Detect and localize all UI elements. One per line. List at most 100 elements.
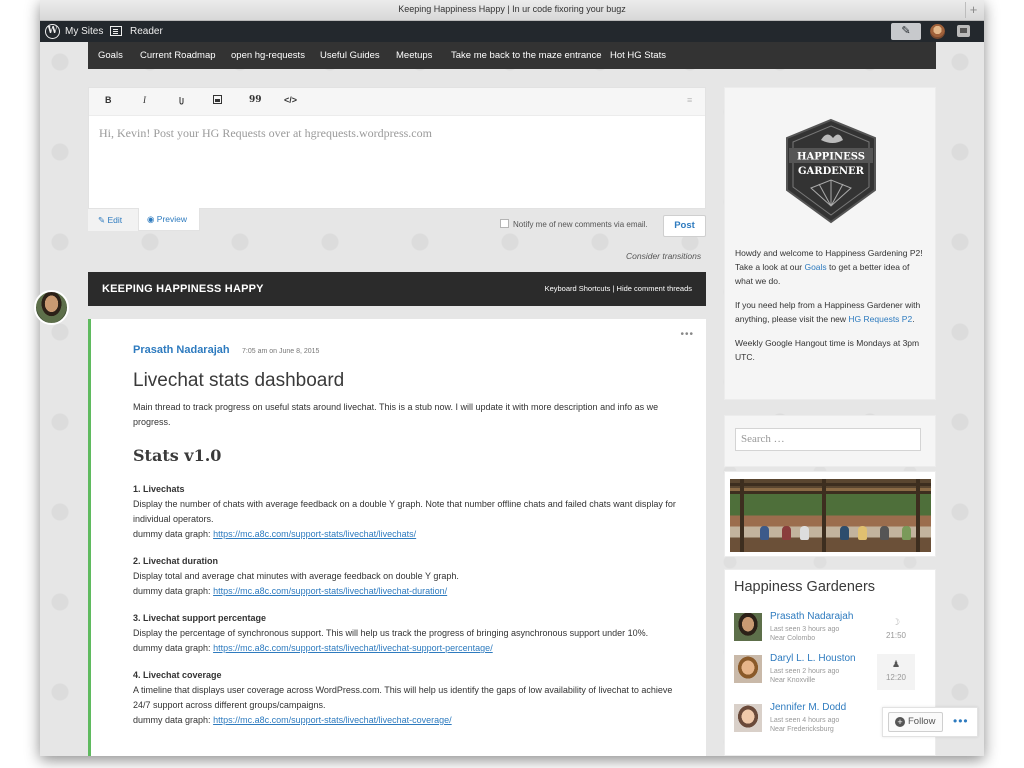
quote-button[interactable]: 99 bbox=[249, 95, 262, 105]
post-intro: Main thread to track progress on useful … bbox=[133, 402, 659, 427]
gardener-name[interactable]: Jennifer M. Dodd bbox=[770, 702, 846, 713]
browser-window: Keeping Happiness Happy | In ur code fix… bbox=[40, 0, 984, 756]
gardener-last-seen: Last seen 2 hours ago bbox=[770, 668, 840, 675]
gardener-status: Last seen 3 hours ago Near Colombo bbox=[770, 625, 839, 643]
gardeners-title: Happiness Gardeners bbox=[734, 579, 876, 595]
gardener-time: 21:50 bbox=[885, 631, 907, 640]
wordpress-logo-icon[interactable]: W bbox=[45, 24, 60, 39]
gardener-status: Last seen 2 hours ago Near Knoxville bbox=[770, 667, 839, 685]
bold-button[interactable]: B bbox=[105, 95, 112, 105]
section-link[interactable]: https://mc.a8c.com/support-stats/livecha… bbox=[213, 715, 452, 725]
section-link[interactable]: https://mc.a8c.com/support-stats/livecha… bbox=[213, 586, 447, 596]
post-section: 1. Livechats Display the number of chats… bbox=[133, 482, 678, 542]
badge-line2: GARDENER bbox=[798, 166, 865, 177]
happiness-gardener-badge: HAPPINESS GARDENER bbox=[786, 118, 876, 224]
my-sites-link[interactable]: My Sites bbox=[65, 26, 103, 37]
section-title: 3. Livechat support percentage bbox=[133, 613, 267, 623]
gardener-name[interactable]: Daryl L. L. Houston bbox=[770, 653, 856, 664]
user-avatar[interactable] bbox=[930, 24, 945, 39]
section-title: 1. Livechats bbox=[133, 484, 185, 494]
post-author-avatar[interactable] bbox=[34, 290, 69, 325]
search-input[interactable]: Search … bbox=[735, 428, 921, 451]
section-link[interactable]: https://mc.a8c.com/support-stats/livecha… bbox=[213, 643, 493, 653]
post-title[interactable]: Livechat stats dashboard bbox=[133, 370, 344, 392]
photo-widget bbox=[724, 471, 936, 557]
follow-bar: + Follow ••• bbox=[882, 707, 978, 737]
pencil-icon: ✎ bbox=[98, 215, 106, 225]
italic-button[interactable]: I bbox=[143, 95, 146, 105]
goals-link[interactable]: Goals bbox=[804, 262, 826, 272]
gardener-local-time: ♟ 12:20 bbox=[877, 654, 915, 690]
window-title: Keeping Happiness Happy | In ur code fix… bbox=[398, 4, 626, 14]
reader-link[interactable]: Reader bbox=[130, 26, 163, 37]
post-timestamp[interactable]: 7:05 am on June 8, 2015 bbox=[242, 348, 319, 355]
editor-prompt[interactable]: Hi, Kevin! Post your HG Requests over at… bbox=[99, 126, 432, 141]
about-text: Howdy and welcome to Happiness Gardening… bbox=[735, 246, 927, 374]
gardener-avatar[interactable] bbox=[734, 704, 762, 732]
tab-edit[interactable]: ✎ Edit bbox=[88, 209, 138, 231]
section-link[interactable]: https://mc.a8c.com/support-stats/livecha… bbox=[213, 529, 416, 539]
admin-bar: W My Sites Reader ✎ bbox=[40, 21, 984, 42]
section-description: Display total and average chat minutes w… bbox=[133, 571, 459, 581]
nav-item-hot-hg-stats[interactable]: Hot HG Stats bbox=[610, 50, 666, 61]
tab-preview[interactable]: ◉ Preview bbox=[138, 208, 200, 231]
search-widget: Search … bbox=[724, 415, 936, 467]
gardener-name[interactable]: Prasath Nadarajah bbox=[770, 611, 853, 622]
post-button[interactable]: Post bbox=[663, 215, 706, 237]
gardener-avatar[interactable] bbox=[734, 613, 762, 641]
header-links[interactable]: Keyboard Shortcuts | Hide comment thread… bbox=[545, 284, 692, 293]
gardener-time: 12:20 bbox=[885, 673, 907, 682]
post-section: 2. Livechat duration Display total and a… bbox=[133, 554, 678, 599]
about-p2-end: . bbox=[912, 314, 915, 324]
post-body: Main thread to track progress on useful … bbox=[133, 400, 678, 740]
code-button[interactable]: </> bbox=[284, 95, 297, 105]
notifications-icon[interactable] bbox=[957, 25, 970, 37]
post-editor: B I 99 </> ≡ Hi, Kevin! Post your HG Req… bbox=[88, 87, 706, 209]
section-label: dummy data graph: bbox=[133, 643, 211, 653]
section-description: A timeline that displays user coverage a… bbox=[133, 685, 673, 710]
site-content: Goals Current Roadmap open hg-requests U… bbox=[40, 42, 984, 756]
nav-item-meetups[interactable]: Meetups bbox=[396, 50, 432, 61]
link-icon[interactable] bbox=[177, 95, 186, 107]
gardener-item: Prasath Nadarajah Last seen 3 hours ago N… bbox=[734, 611, 924, 651]
plus-icon: + bbox=[895, 717, 905, 727]
about-widget: HAPPINESS GARDENER Howdy and welcome to … bbox=[724, 87, 936, 400]
hg-requests-link[interactable]: HG Requests P2 bbox=[848, 314, 912, 324]
nav-item-maze-entrance[interactable]: Take me back to the maze entrance bbox=[451, 50, 602, 61]
image-icon[interactable] bbox=[213, 95, 222, 106]
nav-item-useful-guides[interactable]: Useful Guides bbox=[320, 50, 380, 61]
post-section: 3. Livechat support percentage Display t… bbox=[133, 611, 678, 656]
consider-transitions-link[interactable]: Consider transitions bbox=[626, 251, 701, 261]
nav-item-current-roadmap[interactable]: Current Roadmap bbox=[140, 50, 216, 61]
gardener-avatar[interactable] bbox=[734, 655, 762, 683]
nav-item-goals[interactable]: Goals bbox=[98, 50, 123, 61]
gardener-status: Last seen 4 hours ago Near Fredericksburg bbox=[770, 716, 839, 734]
menu-lines-icon[interactable]: ≡ bbox=[687, 95, 692, 105]
main-navigation: Goals Current Roadmap open hg-requests U… bbox=[88, 42, 936, 69]
follow-label: Follow bbox=[908, 716, 936, 727]
new-tab-button[interactable]: + bbox=[965, 2, 981, 18]
section-label: dummy data graph: bbox=[133, 529, 211, 539]
moon-icon: ☽ bbox=[892, 617, 901, 627]
editor-toolbar: B I 99 </> ≡ bbox=[89, 88, 705, 116]
notify-label: Notify me of new comments via email. bbox=[513, 220, 648, 229]
nav-item-open-hg-requests[interactable]: open hg-requests bbox=[231, 50, 305, 61]
gardener-location: Near Colombo bbox=[770, 635, 816, 642]
notify-checkbox[interactable] bbox=[500, 219, 509, 228]
section-title: 2. Livechat duration bbox=[133, 556, 219, 566]
about-p3-text: Weekly Google Hangout time is Mondays at… bbox=[735, 338, 920, 362]
tab-edit-label: Edit bbox=[107, 215, 123, 225]
team-photo[interactable] bbox=[730, 479, 931, 552]
stats-heading: Stats v1.0 bbox=[133, 446, 222, 465]
post-author[interactable]: Prasath Nadarajah bbox=[133, 344, 230, 356]
reader-icon[interactable] bbox=[110, 26, 122, 36]
follow-button[interactable]: + Follow bbox=[888, 712, 943, 732]
gardener-last-seen: Last seen 3 hours ago bbox=[770, 626, 840, 633]
post-card: ••• Prasath Nadarajah 7:05 am on June 8,… bbox=[88, 319, 706, 756]
write-post-button[interactable]: ✎ bbox=[891, 23, 921, 40]
site-title[interactable]: KEEPING HAPPINESS HAPPY bbox=[102, 283, 264, 295]
more-options-button[interactable]: ••• bbox=[953, 714, 969, 728]
title-bar: Keeping Happiness Happy | In ur code fix… bbox=[40, 0, 984, 21]
notify-checkbox-row[interactable]: Notify me of new comments via email. bbox=[500, 219, 648, 229]
post-actions-menu[interactable]: ••• bbox=[680, 329, 694, 340]
